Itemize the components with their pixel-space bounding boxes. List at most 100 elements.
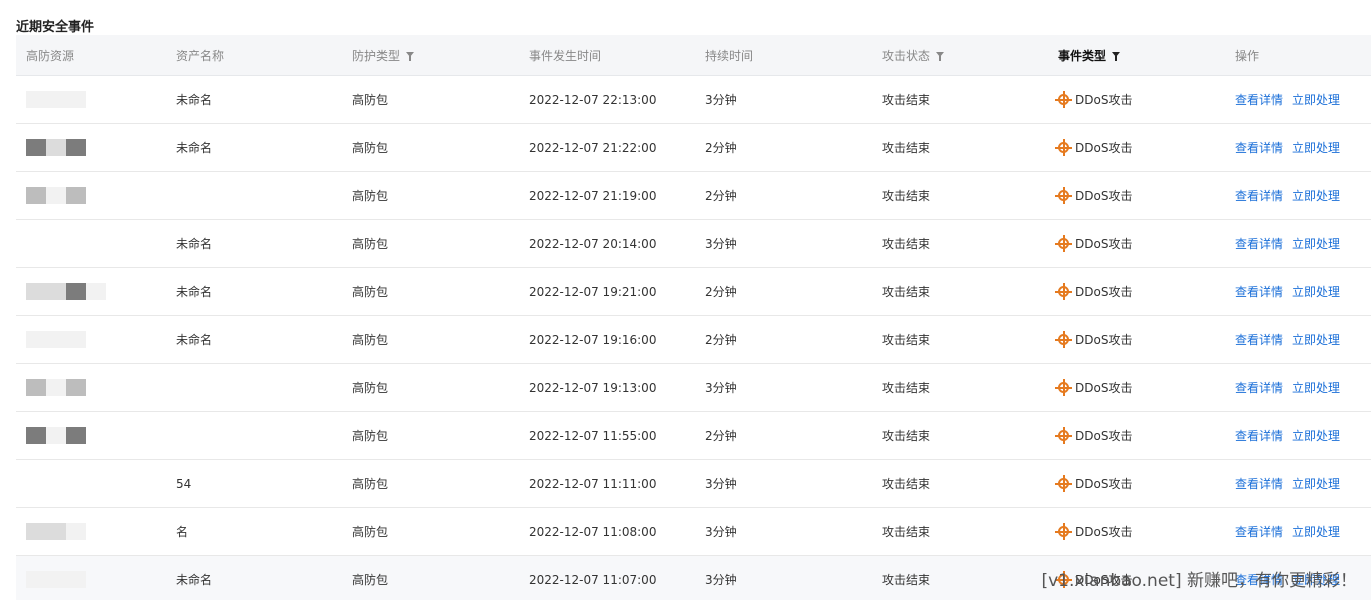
- asset-name-cell: 名: [176, 525, 189, 539]
- view-details-link[interactable]: 查看详情: [1235, 91, 1283, 108]
- redaction-block: [26, 283, 46, 300]
- protection-type-cell: 高防包: [352, 525, 389, 539]
- column-header[interactable]: 攻击状态: [872, 47, 1048, 64]
- handle-now-link[interactable]: 立即处理: [1292, 427, 1340, 444]
- redaction-block: [26, 139, 46, 156]
- column-header-label: 资产名称: [176, 48, 225, 63]
- event-time-cell: 2022-12-07 11:07:00: [529, 572, 657, 587]
- column-header: 持续时间: [695, 47, 872, 64]
- filter-icon[interactable]: [406, 51, 415, 61]
- resource-cell-redacted: [16, 523, 166, 540]
- handle-now-link[interactable]: 立即处理: [1292, 331, 1340, 348]
- attack-status-cell: 攻击结束: [882, 93, 931, 107]
- event-type-label: DDoS攻击: [1075, 285, 1133, 299]
- redaction-block: [26, 187, 46, 204]
- view-details-link[interactable]: 查看详情: [1235, 379, 1283, 396]
- asset-name-cell: 54: [176, 476, 192, 491]
- event-time-cell: 2022-12-07 20:14:00: [529, 236, 657, 251]
- event-type-label: DDoS攻击: [1075, 477, 1133, 491]
- event-type-label: DDoS攻击: [1075, 141, 1133, 155]
- event-time-cell: 2022-12-07 19:13:00: [529, 380, 657, 395]
- protection-type-cell: 高防包: [352, 93, 389, 107]
- view-details-link[interactable]: 查看详情: [1235, 187, 1283, 204]
- event-type-label: DDoS攻击: [1075, 93, 1133, 107]
- handle-now-link[interactable]: 立即处理: [1292, 475, 1340, 492]
- actions-cell: 查看详情 立即处理: [1225, 331, 1371, 348]
- handle-now-link[interactable]: 立即处理: [1292, 235, 1340, 252]
- column-header[interactable]: 事件类型: [1048, 47, 1225, 64]
- column-header-label: 持续时间: [705, 48, 754, 63]
- column-header: 高防资源: [16, 47, 166, 64]
- column-header-label: 攻击状态: [882, 48, 931, 63]
- view-details-link[interactable]: 查看详情: [1235, 523, 1283, 540]
- attack-status-cell: 攻击结束: [882, 285, 931, 299]
- column-header-label: 事件类型: [1058, 48, 1107, 63]
- actions-cell: 查看详情 立即处理: [1225, 91, 1371, 108]
- column-header-label: 高防资源: [26, 48, 75, 63]
- resource-cell-redacted: [16, 331, 166, 348]
- event-type-label: DDoS攻击: [1075, 429, 1133, 443]
- duration-cell: 3分钟: [705, 237, 737, 251]
- duration-cell: 3分钟: [705, 477, 737, 491]
- actions-cell: 查看详情 立即处理: [1225, 475, 1371, 492]
- column-header: 操作: [1225, 47, 1371, 64]
- protection-type-cell: 高防包: [352, 189, 389, 203]
- handle-now-link[interactable]: 立即处理: [1292, 91, 1340, 108]
- resource-cell-redacted: [16, 91, 166, 108]
- filter-icon[interactable]: [936, 51, 945, 61]
- protection-type-cell: 高防包: [352, 429, 389, 443]
- resource-cell-redacted: [16, 283, 166, 300]
- redaction-block: [26, 571, 86, 588]
- redaction-block: [66, 187, 86, 204]
- view-details-link[interactable]: 查看详情: [1235, 235, 1283, 252]
- event-time-cell: 2022-12-07 11:08:00: [529, 524, 657, 539]
- attack-status-cell: 攻击结束: [882, 189, 931, 203]
- resource-cell-redacted: [16, 379, 166, 396]
- crosshair-icon: [1055, 283, 1072, 300]
- handle-now-link[interactable]: 立即处理: [1292, 283, 1340, 300]
- handle-now-link[interactable]: 立即处理: [1292, 187, 1340, 204]
- redaction-block: [66, 283, 86, 300]
- handle-now-link[interactable]: 立即处理: [1292, 523, 1340, 540]
- column-header[interactable]: 防护类型: [342, 47, 519, 64]
- view-details-link[interactable]: 查看详情: [1235, 331, 1283, 348]
- view-details-link[interactable]: 查看详情: [1235, 475, 1283, 492]
- table-header: 高防资源 资产名称 防护类型 事件发生时间 持续时间 攻击状态 事件类型 操作: [16, 35, 1371, 76]
- protection-type-cell: 高防包: [352, 477, 389, 491]
- table-row: 54 高防包 2022-12-07 11:11:00 3分钟 攻击结束 DDoS攻击 查看详…: [16, 460, 1371, 508]
- event-type-cell: DDoS攻击: [1048, 523, 1225, 540]
- view-details-link[interactable]: 查看详情: [1235, 427, 1283, 444]
- protection-type-cell: 高防包: [352, 237, 389, 251]
- duration-cell: 3分钟: [705, 525, 737, 539]
- redaction-block: [66, 379, 86, 396]
- crosshair-icon: [1055, 379, 1072, 396]
- handle-now-link[interactable]: 立即处理: [1292, 379, 1340, 396]
- column-header-label: 事件发生时间: [529, 48, 602, 63]
- actions-cell: 查看详情 立即处理: [1225, 187, 1371, 204]
- attack-status-cell: 攻击结束: [882, 381, 931, 395]
- asset-name-cell: 未命名: [176, 93, 213, 107]
- duration-cell: 2分钟: [705, 189, 737, 203]
- handle-now-link[interactable]: 立即处理: [1292, 139, 1340, 156]
- view-details-link[interactable]: 查看详情: [1235, 139, 1283, 156]
- attack-status-cell: 攻击结束: [882, 429, 931, 443]
- event-type-label: DDoS攻击: [1075, 333, 1133, 347]
- filter-icon[interactable]: [1112, 51, 1121, 61]
- table-row: 未命名 高防包 2022-12-07 19:16:00 2分钟 攻击结束 DDoS攻击 查看…: [16, 316, 1371, 364]
- attack-status-cell: 攻击结束: [882, 573, 931, 587]
- redaction-block: [26, 427, 46, 444]
- crosshair-icon: [1055, 427, 1072, 444]
- actions-cell: 查看详情 立即处理: [1225, 283, 1371, 300]
- protection-type-cell: 高防包: [352, 381, 389, 395]
- attack-status-cell: 攻击结束: [882, 477, 931, 491]
- column-header-label: 防护类型: [352, 48, 401, 63]
- event-type-label: DDoS攻击: [1075, 237, 1133, 251]
- redaction-block: [66, 427, 86, 444]
- event-time-cell: 2022-12-07 21:19:00: [529, 188, 657, 203]
- table-row: 未命名 高防包 2022-12-07 22:13:00 3分钟 攻击结束 DDoS攻击 查看…: [16, 76, 1371, 124]
- actions-cell: 查看详情 立即处理: [1225, 427, 1371, 444]
- redaction-block: [46, 283, 66, 300]
- view-details-link[interactable]: 查看详情: [1235, 283, 1283, 300]
- duration-cell: 2分钟: [705, 429, 737, 443]
- event-type-label: DDoS攻击: [1075, 189, 1133, 203]
